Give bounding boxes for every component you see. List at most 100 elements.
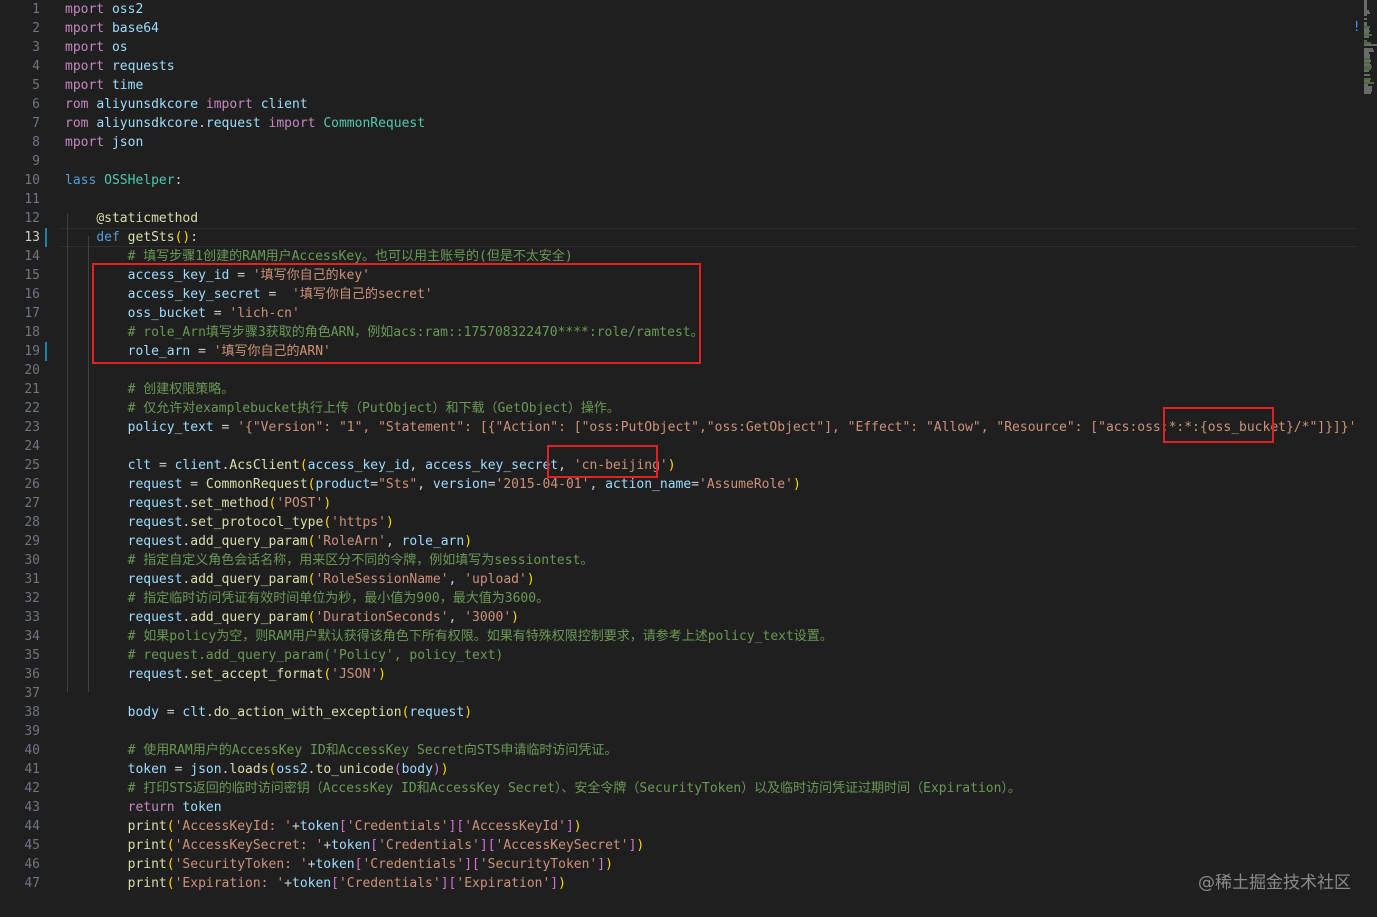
code-line[interactable]: return token (65, 798, 222, 817)
watermark: @稀土掘金技术社区 (1198, 873, 1351, 893)
code-line[interactable]: request.set_method('POST') (65, 494, 332, 513)
minimap-line (1364, 92, 1372, 94)
line-number: 2 (32, 21, 40, 36)
code-line[interactable]: mport oss2 (65, 0, 143, 19)
line-number: 18 (24, 325, 40, 340)
line-number: 9 (32, 154, 40, 169)
line-number: 15 (24, 268, 40, 283)
code-line[interactable]: # request.add_query_param('Policy', poli… (65, 646, 504, 665)
highlight-box-region (547, 445, 658, 478)
line-number: 19 (24, 344, 40, 359)
indent-guide (88, 236, 89, 692)
code-line[interactable]: body = clt.do_action_with_exception(requ… (65, 703, 472, 722)
minimap-line (1364, 14, 1367, 16)
code-line[interactable]: print('SecurityToken: '+token['Credentia… (65, 855, 613, 874)
line-number: 33 (24, 610, 40, 625)
line-number: 21 (24, 382, 40, 397)
line-number: 4 (32, 59, 40, 74)
line-number: 20 (24, 363, 40, 378)
line-number: 41 (24, 762, 40, 777)
code-line[interactable]: # 打印STS返回的临时访问密钥（AccessKey ID和AccessKey … (65, 779, 1021, 798)
line-number: 6 (32, 97, 40, 112)
modified-line-marker (45, 342, 47, 361)
line-number-gutter: 1 2 3 4 5 6 7 8 9 10 11 12 13 14 15 16 17 18 19 20 21 22 23 24 2… (0, 0, 48, 917)
line-number: 1 (32, 2, 40, 17)
code-line[interactable]: mport base64 (65, 19, 159, 38)
code-line[interactable]: print('Expiration: '+token['Credentials'… (65, 874, 566, 893)
code-line[interactable]: rom aliyunsdkcore.request import CommonR… (65, 114, 425, 133)
code-line[interactable]: mport time (65, 76, 143, 95)
minimap[interactable] (1362, 0, 1377, 95)
minimap-line (1364, 36, 1369, 38)
code-line[interactable]: request.add_query_param('DurationSeconds… (65, 608, 519, 627)
line-number: 45 (24, 838, 40, 853)
line-number: 43 (24, 800, 40, 815)
line-number: 40 (24, 743, 40, 758)
line-number: 31 (24, 572, 40, 587)
code-line[interactable]: request = CommonRequest(product="Sts", v… (65, 475, 801, 494)
line-number: 44 (24, 819, 40, 834)
line-number: 22 (24, 401, 40, 416)
code-line[interactable]: # 仅允许对examplebucket执行上传（PutObject）和下载（Ge… (65, 399, 620, 418)
modified-line-marker (45, 228, 47, 247)
line-number: 34 (24, 629, 40, 644)
line-number: 10 (24, 173, 40, 188)
line-number: 14 (24, 249, 40, 264)
line-number: 16 (24, 287, 40, 302)
code-line[interactable]: request.set_accept_format('JSON') (65, 665, 386, 684)
code-line[interactable]: print('AccessKeyId: '+token['Credentials… (65, 817, 582, 836)
highlight-box-oss-bucket (1163, 407, 1274, 443)
line-number: 32 (24, 591, 40, 606)
line-number: 13 (24, 230, 40, 245)
line-number: 28 (24, 515, 40, 530)
indent-guide (67, 214, 68, 692)
line-number: 39 (24, 724, 40, 739)
code-line[interactable]: request.set_protocol_type('https') (65, 513, 394, 532)
line-number: 3 (32, 40, 40, 55)
code-line[interactable]: request.add_query_param('RoleArn', role_… (65, 532, 472, 551)
minimap-line (1364, 18, 1368, 20)
line-number: 29 (24, 534, 40, 549)
code-line[interactable]: # 指定临时访问凭证有效时间单位为秒，最小值为900，最大值为3600。 (65, 589, 549, 608)
code-line[interactable]: mport json (65, 133, 143, 152)
code-line[interactable]: lass OSSHelper: (65, 171, 182, 190)
line-number: 8 (32, 135, 40, 150)
highlight-box-credentials (92, 263, 701, 364)
line-number: 47 (24, 876, 40, 891)
line-number: 25 (24, 458, 40, 473)
line-number: 17 (24, 306, 40, 321)
code-line[interactable]: # 如果policy为空，则RAM用户默认获得该角色下所有权限。如果有特殊权限控… (65, 627, 833, 646)
code-editor[interactable]: 1 2 3 4 5 6 7 8 9 10 11 12 13 14 15 16 17 18 19 20 21 22 23 24 2… (0, 0, 1377, 917)
line-number: 7 (32, 116, 40, 131)
line-number: 26 (24, 477, 40, 492)
line-number: 11 (24, 192, 40, 207)
code-line[interactable]: def getSts(): (65, 228, 198, 247)
line-number: 24 (24, 439, 40, 454)
line-number: 46 (24, 857, 40, 872)
minimap-line (1364, 70, 1370, 72)
code-line[interactable]: rom aliyunsdkcore import client (65, 95, 308, 114)
line-number: 35 (24, 648, 40, 663)
code-line[interactable]: # 使用RAM用户的AccessKey ID和AccessKey Secret向… (65, 741, 618, 760)
code-line[interactable]: mport requests (65, 57, 175, 76)
code-line[interactable]: print('AccessKeySecret: '+token['Credent… (65, 836, 645, 855)
line-number: 12 (24, 211, 40, 226)
current-line-highlight (60, 228, 1357, 247)
line-number: 23 (24, 420, 40, 435)
code-line[interactable]: @staticmethod (65, 209, 198, 228)
warning-icon[interactable]: ! (1354, 20, 1359, 35)
line-number: 38 (24, 705, 40, 720)
line-number: 5 (32, 78, 40, 93)
minimap-line (1364, 74, 1371, 76)
code-line[interactable]: # 指定自定义角色会话名称，用来区分不同的令牌，例如填写为sessiontest… (65, 551, 594, 570)
code-line[interactable]: token = json.loads(oss2.to_unicode(body)… (65, 760, 449, 779)
code-line[interactable]: request.add_query_param('RoleSessionName… (65, 570, 535, 589)
minimap-line (1364, 44, 1377, 46)
code-line[interactable]: mport os (65, 38, 128, 57)
code-line[interactable]: # 创建权限策略。 (65, 380, 235, 399)
line-number: 27 (24, 496, 40, 511)
line-number: 42 (24, 781, 40, 796)
line-number: 36 (24, 667, 40, 682)
line-number: 30 (24, 553, 40, 568)
line-number: 37 (24, 686, 40, 701)
